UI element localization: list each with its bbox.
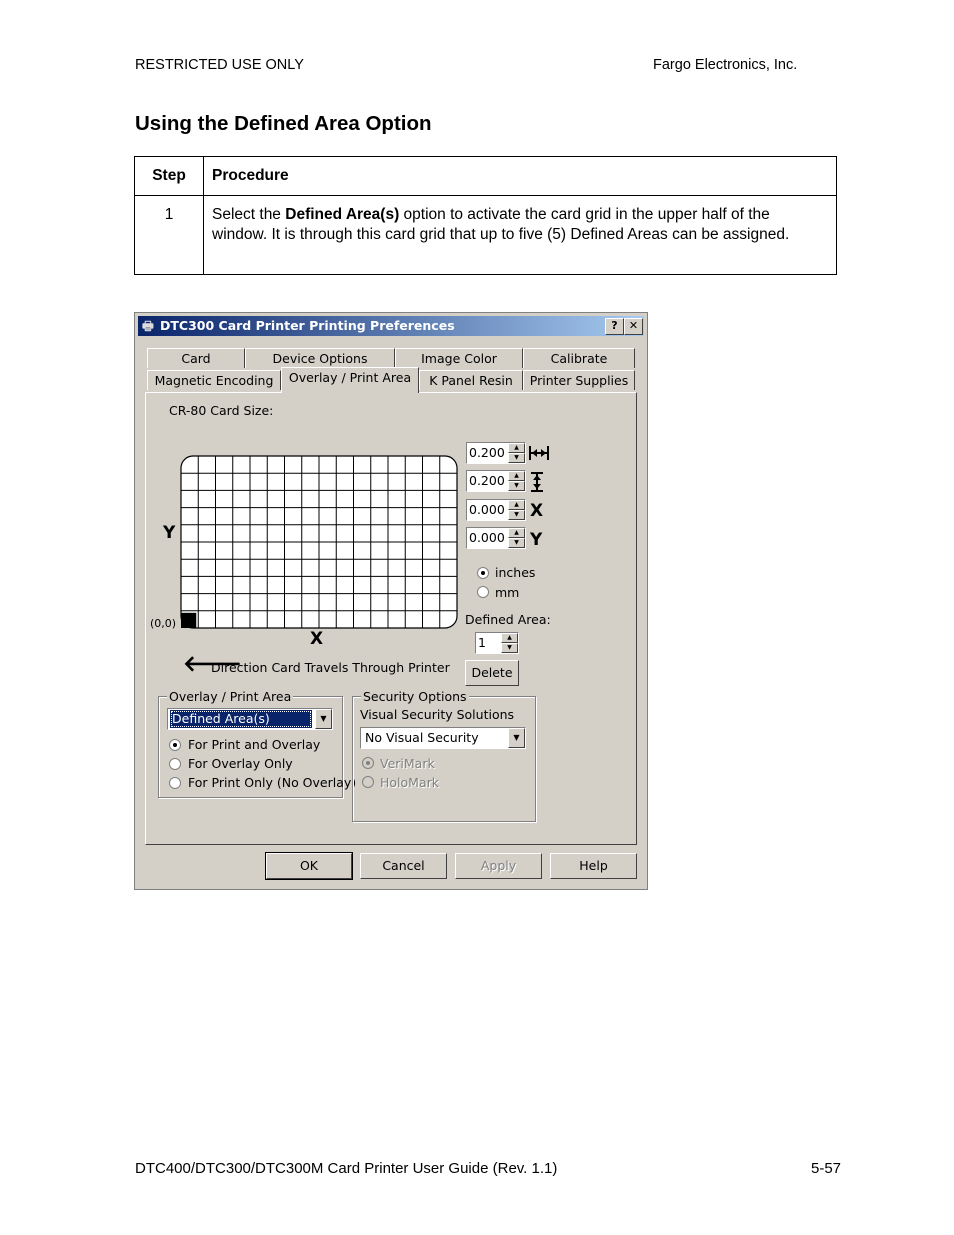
inches-radio[interactable] <box>477 567 489 579</box>
option-verimark: VeriMark <box>380 756 435 771</box>
chevron-down-icon[interactable]: ▼ <box>315 709 332 729</box>
security-combo-value: No Visual Security <box>365 730 479 745</box>
table-row: 1 Select the Defined Area(s) option to a… <box>134 195 837 275</box>
overlay-combo-value: Defined Area(s) <box>170 710 312 728</box>
height-spinbox[interactable]: 0.200 ▲ ▼ <box>466 470 526 492</box>
tab-calibrate[interactable]: Calibrate <box>523 348 635 368</box>
width-spinbox[interactable]: 0.200 ▲ ▼ <box>466 442 526 464</box>
width-icon <box>528 443 550 468</box>
help-icon[interactable]: ? <box>605 318 624 335</box>
page-number: 5-57 <box>811 1160 842 1177</box>
delete-button[interactable]: Delete <box>465 660 519 686</box>
defined-area-label: Defined Area: <box>465 612 551 627</box>
card-grid[interactable] <box>179 454 461 630</box>
chevron-down-icon[interactable]: ▼ <box>508 728 525 748</box>
col-step-header: Step <box>134 156 204 196</box>
overlay-combo[interactable]: Defined Area(s) ▼ <box>167 708 333 730</box>
axis-x-label: X <box>310 629 324 649</box>
cancel-button[interactable]: Cancel <box>360 853 447 879</box>
origin-marker <box>181 612 197 628</box>
direction-text: Direction Card Travels Through Printer <box>211 660 450 675</box>
card-size-label: CR-80 Card Size: <box>169 403 274 418</box>
printer-icon: 🖶 <box>142 318 154 333</box>
close-icon[interactable]: ✕ <box>624 318 643 335</box>
visual-security-label: Visual Security Solutions <box>360 707 515 722</box>
tab-k-panel-resin[interactable]: K Panel Resin <box>419 370 523 390</box>
radio-holomark[interactable] <box>362 776 374 788</box>
mm-label: mm <box>495 585 520 600</box>
tab-printer-supplies[interactable]: Printer Supplies <box>523 370 635 390</box>
option-print-only: For Print Only (No Overlay) <box>188 775 357 790</box>
origin-label: (0,0) <box>150 617 177 630</box>
radio-overlay-only[interactable] <box>169 758 181 770</box>
y-icon: Y <box>530 530 543 550</box>
x-spinbox[interactable]: 0.000 ▲ ▼ <box>466 499 526 521</box>
help-button[interactable]: Help <box>550 853 637 879</box>
option-holomark: HoloMark <box>380 775 439 790</box>
height-icon <box>529 471 545 498</box>
tab-device-options[interactable]: Device Options <box>245 348 395 368</box>
x-icon: X <box>530 501 544 521</box>
apply-button[interactable]: Apply <box>455 853 542 879</box>
axis-y-label: Y <box>163 523 176 543</box>
inches-label: inches <box>495 565 536 580</box>
header-left: RESTRICTED USE ONLY <box>135 57 304 73</box>
option-overlay-only: For Overlay Only <box>188 756 293 771</box>
printing-preferences-dialog: 🖶 DTC300 Card Printer Printing Preferenc… <box>134 312 648 890</box>
radio-print-only[interactable] <box>169 777 181 789</box>
procedure-table: Step Procedure 1 Select the Defined Area… <box>134 156 837 275</box>
tab-image-color[interactable]: Image Color <box>395 348 523 368</box>
tab-magnetic-encoding[interactable]: Magnetic Encoding <box>147 370 281 390</box>
radio-print-and-overlay[interactable] <box>169 739 181 751</box>
overlay-group-legend: Overlay / Print Area <box>167 689 294 704</box>
radio-verimark[interactable] <box>362 757 374 769</box>
ok-button[interactable]: OK <box>265 852 353 880</box>
option-print-and-overlay: For Print and Overlay <box>188 737 321 752</box>
dialog-title: DTC300 Card Printer Printing Preferences <box>160 318 455 333</box>
security-combo[interactable]: No Visual Security ▼ <box>360 727 526 749</box>
section-title: Using the Defined Area Option <box>135 112 432 135</box>
col-procedure-header: Procedure <box>203 156 837 196</box>
tab-overlay-print-area[interactable]: Overlay / Print Area <box>281 367 419 393</box>
footer-left: DTC400/DTC300/DTC300M Card Printer User … <box>135 1160 558 1177</box>
dialog-title-bar[interactable]: 🖶 DTC300 Card Printer Printing Preferenc… <box>138 316 644 336</box>
header-right: Fargo Electronics, Inc. <box>653 57 798 73</box>
step-number: 1 <box>134 195 204 275</box>
procedure-text: Select the Defined Area(s) option to act… <box>203 195 837 275</box>
mm-radio[interactable] <box>477 586 489 598</box>
tab-card[interactable]: Card <box>147 348 245 368</box>
y-spinbox[interactable]: 0.000 ▲ ▼ <box>466 527 526 549</box>
security-group-legend: Security Options <box>361 689 469 704</box>
defined-area-spinbox[interactable]: 1 ▲ ▼ <box>475 632 519 654</box>
